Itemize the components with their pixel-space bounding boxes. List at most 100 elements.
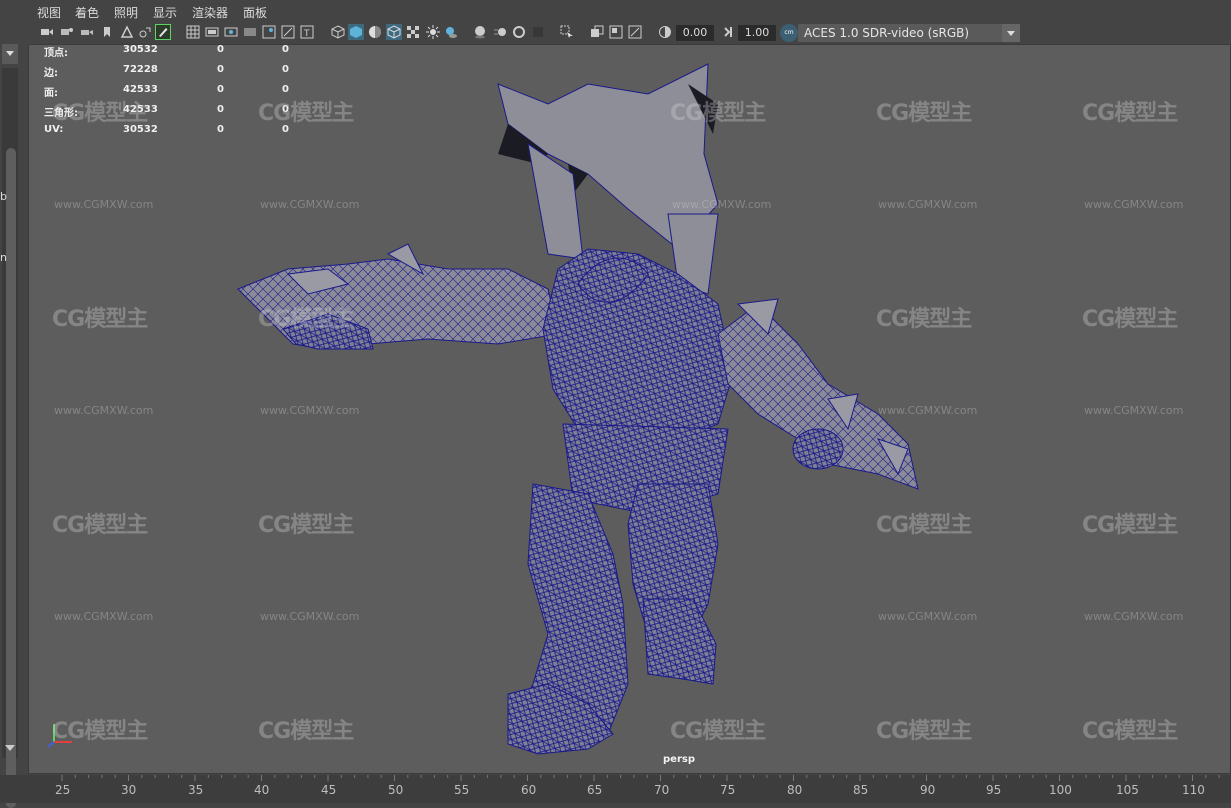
- watermark-url: www.CGMXW.com: [878, 610, 978, 623]
- panel-scrollbar[interactable]: [2, 68, 18, 808]
- scrollbar-thumb[interactable]: [6, 148, 16, 808]
- camera-select-icon[interactable]: [40, 25, 54, 39]
- watermark-url: www.CGMXW.com: [672, 198, 772, 211]
- exposure-field[interactable]: 0.00: [676, 25, 714, 41]
- time-slider[interactable]: 25 30 35 40 45 50 55 60 65 70 75 80 85 9…: [0, 775, 1231, 803]
- hud-value: 42533: [123, 84, 158, 95]
- tick-label: 75: [720, 783, 736, 797]
- menu-lighting[interactable]: 照明: [114, 4, 138, 21]
- hud-value: 0: [217, 124, 224, 135]
- menu-view[interactable]: 视图: [37, 4, 61, 21]
- hud-value: 72228: [123, 64, 158, 75]
- 3d-viewport[interactable]: [28, 44, 1231, 774]
- menu-show[interactable]: 显示: [153, 4, 177, 21]
- grease-pencil-icon[interactable]: [138, 25, 152, 39]
- tick-label: 95: [986, 783, 1002, 797]
- menu-panels[interactable]: 面板: [243, 4, 267, 21]
- watermark-url: www.CGMXW.com: [1084, 198, 1184, 211]
- watermark-logo: CG模型主: [1082, 719, 1178, 744]
- camera-attributes-icon[interactable]: [60, 25, 74, 39]
- watermark-url: www.CGMXW.com: [54, 198, 154, 211]
- watermark-logo: CG模型主: [52, 719, 148, 744]
- hud-value: 30532: [123, 44, 158, 55]
- screen-space-ao-icon[interactable]: [473, 25, 487, 39]
- field-chart-icon[interactable]: [262, 25, 276, 39]
- clipped-label: n: [0, 251, 7, 264]
- watermark-logo: CG模型主: [258, 513, 354, 538]
- depth-of-field-icon[interactable]: [531, 25, 545, 39]
- watermark-logo: CG模型主: [1082, 513, 1178, 538]
- tick-label: 25: [55, 783, 71, 797]
- tick-label: 90: [920, 783, 936, 797]
- xray-joints-icon[interactable]: [628, 25, 642, 39]
- exposure-icon[interactable]: [658, 25, 672, 39]
- watermark-logo: CG模型主: [258, 307, 354, 332]
- tick-label: 65: [587, 783, 603, 797]
- watermark-logo: CG模型主: [670, 101, 766, 126]
- film-gate-icon[interactable]: [205, 25, 219, 39]
- watermark-logo: CG模型主: [876, 513, 972, 538]
- view-transform-select[interactable]: ACES 1.0 SDR-video (sRGB): [798, 24, 1020, 42]
- gamma-field[interactable]: 1.00: [738, 25, 776, 41]
- shadows-icon[interactable]: [444, 25, 458, 39]
- watermark-url: www.CGMXW.com: [54, 610, 154, 623]
- view-transform-dropdown[interactable]: [1002, 24, 1020, 42]
- tick-label: 35: [188, 783, 204, 797]
- watermark-logo: CG模型主: [876, 719, 972, 744]
- wireframe-shading-icon[interactable]: [331, 25, 345, 39]
- xray-active-components-icon[interactable]: [609, 25, 623, 39]
- safe-action-icon[interactable]: [281, 25, 295, 39]
- pencil-icon[interactable]: [155, 24, 171, 40]
- watermark-url: www.CGMXW.com: [1084, 404, 1184, 417]
- default-material-icon[interactable]: [368, 25, 382, 39]
- gate-mask-icon[interactable]: [243, 25, 257, 39]
- textured-icon[interactable]: [406, 25, 420, 39]
- isolate-select-icon[interactable]: [560, 25, 574, 39]
- watermark-url: www.CGMXW.com: [878, 404, 978, 417]
- chevron-down-icon: [6, 51, 14, 56]
- tick-label: 105: [1116, 783, 1139, 797]
- hud-value: 0: [217, 44, 224, 55]
- multisample-aa-icon[interactable]: [512, 25, 526, 39]
- image-plane-icon[interactable]: [100, 25, 114, 39]
- use-all-lights-icon[interactable]: [426, 25, 440, 39]
- wireframe-mesh-character: [47, 63, 919, 755]
- tick-label: 80: [787, 783, 803, 797]
- watermark-url: www.CGMXW.com: [54, 404, 154, 417]
- watermark-logo: CG模型主: [258, 101, 354, 126]
- 2d-pan-zoom-icon[interactable]: [120, 25, 134, 39]
- watermark-logo: CG模型主: [670, 719, 766, 744]
- chevron-down-icon: [1007, 31, 1015, 36]
- watermark-logo: CG模型主: [1082, 101, 1178, 126]
- xray-icon[interactable]: [590, 25, 604, 39]
- menu-renderer[interactable]: 渲染器: [192, 4, 228, 21]
- timeline-ticks: [61, 775, 1220, 781]
- wireframe-on-shaded-icon[interactable]: [386, 24, 402, 40]
- tick-label: 100: [1049, 783, 1072, 797]
- watermark-logo: CG模型主: [52, 101, 148, 126]
- watermark-logo: CG模型主: [876, 307, 972, 332]
- color-management-icon[interactable]: cm: [780, 24, 798, 42]
- gamma-icon[interactable]: [722, 25, 736, 39]
- watermark-logo: CG模型主: [258, 719, 354, 744]
- watermark-url: www.CGMXW.com: [260, 404, 360, 417]
- bookmark-camera-icon[interactable]: [80, 25, 94, 39]
- tick-label: 110: [1182, 783, 1205, 797]
- tick-label: 85: [853, 783, 869, 797]
- watermark-logo: CG模型主: [1082, 307, 1178, 332]
- watermark-url: www.CGMXW.com: [260, 610, 360, 623]
- menu-shading[interactable]: 着色: [75, 4, 99, 21]
- panel-dropdown[interactable]: [2, 44, 18, 64]
- watermark-logo: CG模型主: [876, 101, 972, 126]
- left-panel-strip: b n: [0, 0, 28, 808]
- hud-value: 0: [217, 104, 224, 115]
- resolution-gate-icon[interactable]: [224, 25, 238, 39]
- motion-blur-icon[interactable]: [493, 25, 507, 39]
- viewport-menu-bar: 视图 着色 照明 显示 渲染器 面板: [28, 0, 1231, 22]
- watermark-url: www.CGMXW.com: [878, 198, 978, 211]
- smooth-shade-icon[interactable]: [348, 24, 364, 40]
- scroll-down-icon[interactable]: [5, 745, 15, 751]
- grid-icon[interactable]: [186, 25, 200, 39]
- safe-title-icon[interactable]: T: [300, 25, 314, 39]
- tick-label: 40: [254, 783, 270, 797]
